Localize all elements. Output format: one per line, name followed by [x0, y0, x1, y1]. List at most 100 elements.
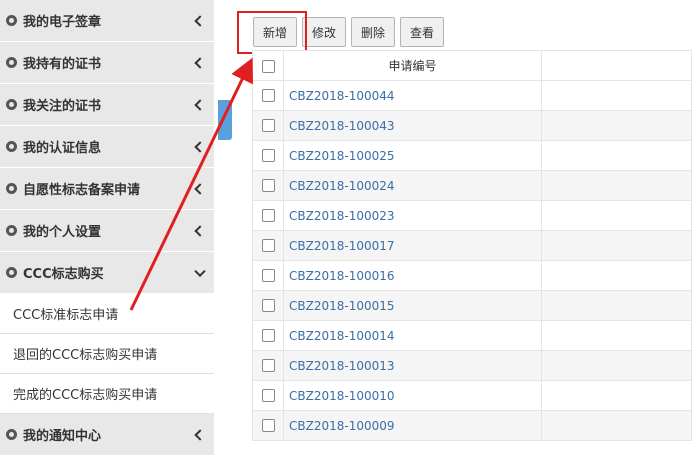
circle-icon	[6, 267, 17, 278]
menu-item-label: 我的通知中心	[23, 429, 102, 444]
table-row[interactable]: CBZ2018-100010	[252, 380, 692, 411]
application-number-link[interactable]: CBZ2018-100044	[283, 80, 542, 111]
sidebar: 我的电子签章 我持有的证书 我关注的证书 我的认证信息 自愿性标志备案申请 我的…	[0, 0, 214, 456]
application-number-link[interactable]: CBZ2018-100025	[283, 140, 542, 171]
menu-item-voluntary-mark-filing[interactable]: 自愿性标志备案申请	[0, 168, 214, 210]
sub-item-returned-ccc-applications[interactable]: 退回的CCC标志购买申请	[0, 334, 214, 374]
chevron-left-icon	[194, 428, 206, 441]
application-number-link[interactable]: CBZ2018-100009	[283, 410, 542, 441]
sidebar-collapse-handle[interactable]	[218, 100, 232, 140]
menu-item-label: CCC标志购买	[23, 267, 104, 282]
table-cell-empty	[541, 410, 692, 441]
column-header-application-number[interactable]: 申请编号	[283, 50, 542, 81]
row-checkbox[interactable]	[261, 119, 275, 132]
table-row[interactable]: CBZ2018-100025	[252, 140, 692, 171]
circle-icon	[6, 429, 17, 440]
chevron-left-icon	[194, 14, 206, 27]
circle-icon	[6, 57, 17, 68]
menu-item-certification-info[interactable]: 我的认证信息	[0, 126, 214, 168]
row-select-cell	[252, 260, 284, 291]
sub-item-label: 完成的CCC标志购买申请	[13, 388, 158, 403]
menu-item-followed-certificates[interactable]: 我关注的证书	[0, 84, 214, 126]
row-checkbox[interactable]	[261, 329, 275, 342]
row-select-cell	[252, 110, 284, 141]
chevron-left-icon	[194, 182, 206, 195]
application-number-link[interactable]: CBZ2018-100017	[283, 230, 542, 261]
row-checkbox[interactable]	[261, 389, 275, 402]
table-cell-empty	[541, 290, 692, 321]
row-checkbox[interactable]	[261, 89, 275, 102]
row-checkbox[interactable]	[261, 419, 275, 432]
table-cell-empty	[541, 200, 692, 231]
menu-item-label: 我持有的证书	[23, 57, 102, 72]
application-number-link[interactable]: CBZ2018-100013	[283, 350, 542, 381]
menu-item-label: 我的认证信息	[23, 141, 102, 156]
table-row[interactable]: CBZ2018-100014	[252, 320, 692, 351]
table-row[interactable]: CBZ2018-100015	[252, 290, 692, 321]
edit-button[interactable]: 修改	[302, 17, 347, 47]
view-button[interactable]: 查看	[400, 17, 445, 47]
menu-item-label: 我关注的证书	[23, 99, 102, 114]
row-select-cell	[252, 170, 284, 201]
menu-item-notification-center[interactable]: 我的通知中心	[0, 414, 214, 456]
menu-item-label: 我的个人设置	[23, 225, 102, 240]
circle-icon	[6, 225, 17, 236]
application-number-link[interactable]: CBZ2018-100043	[283, 110, 542, 141]
row-select-cell	[252, 350, 284, 381]
add-button[interactable]: 新增	[253, 17, 298, 47]
chevron-down-icon	[194, 265, 206, 277]
table-cell-empty	[541, 350, 692, 381]
table-row[interactable]: CBZ2018-100013	[252, 350, 692, 381]
sub-item-label: 退回的CCC标志购买申请	[13, 348, 158, 363]
delete-button[interactable]: 删除	[351, 17, 396, 47]
row-checkbox[interactable]	[261, 359, 275, 372]
table-row[interactable]: CBZ2018-100044	[252, 80, 692, 111]
table-row[interactable]: CBZ2018-100043	[252, 110, 692, 141]
row-checkbox[interactable]	[261, 209, 275, 222]
application-number-link[interactable]: CBZ2018-100016	[283, 260, 542, 291]
menu-item-e-signature[interactable]: 我的电子签章	[0, 0, 214, 42]
application-number-link[interactable]: CBZ2018-100015	[283, 290, 542, 321]
table-cell-empty	[541, 170, 692, 201]
table-row[interactable]: CBZ2018-100023	[252, 200, 692, 231]
application-number-link[interactable]: CBZ2018-100024	[283, 170, 542, 201]
select-all-checkbox[interactable]	[261, 59, 275, 73]
menu-item-held-certificates[interactable]: 我持有的证书	[0, 42, 214, 84]
table-cell-empty	[541, 140, 692, 171]
table-row[interactable]: CBZ2018-100017	[252, 230, 692, 261]
row-select-cell	[252, 380, 284, 411]
application-number-link[interactable]: CBZ2018-100014	[283, 320, 542, 351]
row-select-cell	[252, 290, 284, 321]
circle-icon	[6, 183, 17, 194]
menu-item-label: 我的电子签章	[23, 15, 102, 30]
row-select-cell	[252, 410, 284, 441]
chevron-left-icon	[194, 98, 206, 111]
table-cell-empty	[541, 380, 692, 411]
table-row[interactable]: CBZ2018-100016	[252, 260, 692, 291]
sub-item-completed-ccc-applications[interactable]: 完成的CCC标志购买申请	[0, 374, 214, 414]
table-cell-empty	[541, 320, 692, 351]
sub-item-label: CCC标准标志申请	[13, 308, 119, 323]
menu-item-personal-settings[interactable]: 我的个人设置	[0, 210, 214, 252]
row-checkbox[interactable]	[261, 149, 275, 162]
menu-item-ccc-mark-purchase[interactable]: CCC标志购买	[0, 252, 214, 294]
applications-table: 申请编号 CBZ2018-100044 CBZ2018-100043 CBZ2018…	[252, 50, 692, 441]
chevron-left-icon	[194, 224, 206, 237]
table-cell-empty	[541, 260, 692, 291]
circle-icon	[6, 99, 17, 110]
row-checkbox[interactable]	[261, 269, 275, 282]
circle-icon	[6, 15, 17, 26]
chevron-left-icon	[194, 56, 206, 69]
row-checkbox[interactable]	[261, 239, 275, 252]
select-all-cell	[252, 50, 284, 81]
row-select-cell	[252, 140, 284, 171]
sub-item-ccc-standard-mark-application[interactable]: CCC标准标志申请	[0, 294, 214, 334]
application-number-link[interactable]: CBZ2018-100023	[283, 200, 542, 231]
column-header-empty	[541, 50, 692, 81]
application-number-link[interactable]: CBZ2018-100010	[283, 380, 542, 411]
row-checkbox[interactable]	[261, 299, 275, 312]
table-row[interactable]: CBZ2018-100009	[252, 410, 692, 441]
table-row[interactable]: CBZ2018-100024	[252, 170, 692, 201]
row-checkbox[interactable]	[261, 179, 275, 192]
table-cell-empty	[541, 80, 692, 111]
